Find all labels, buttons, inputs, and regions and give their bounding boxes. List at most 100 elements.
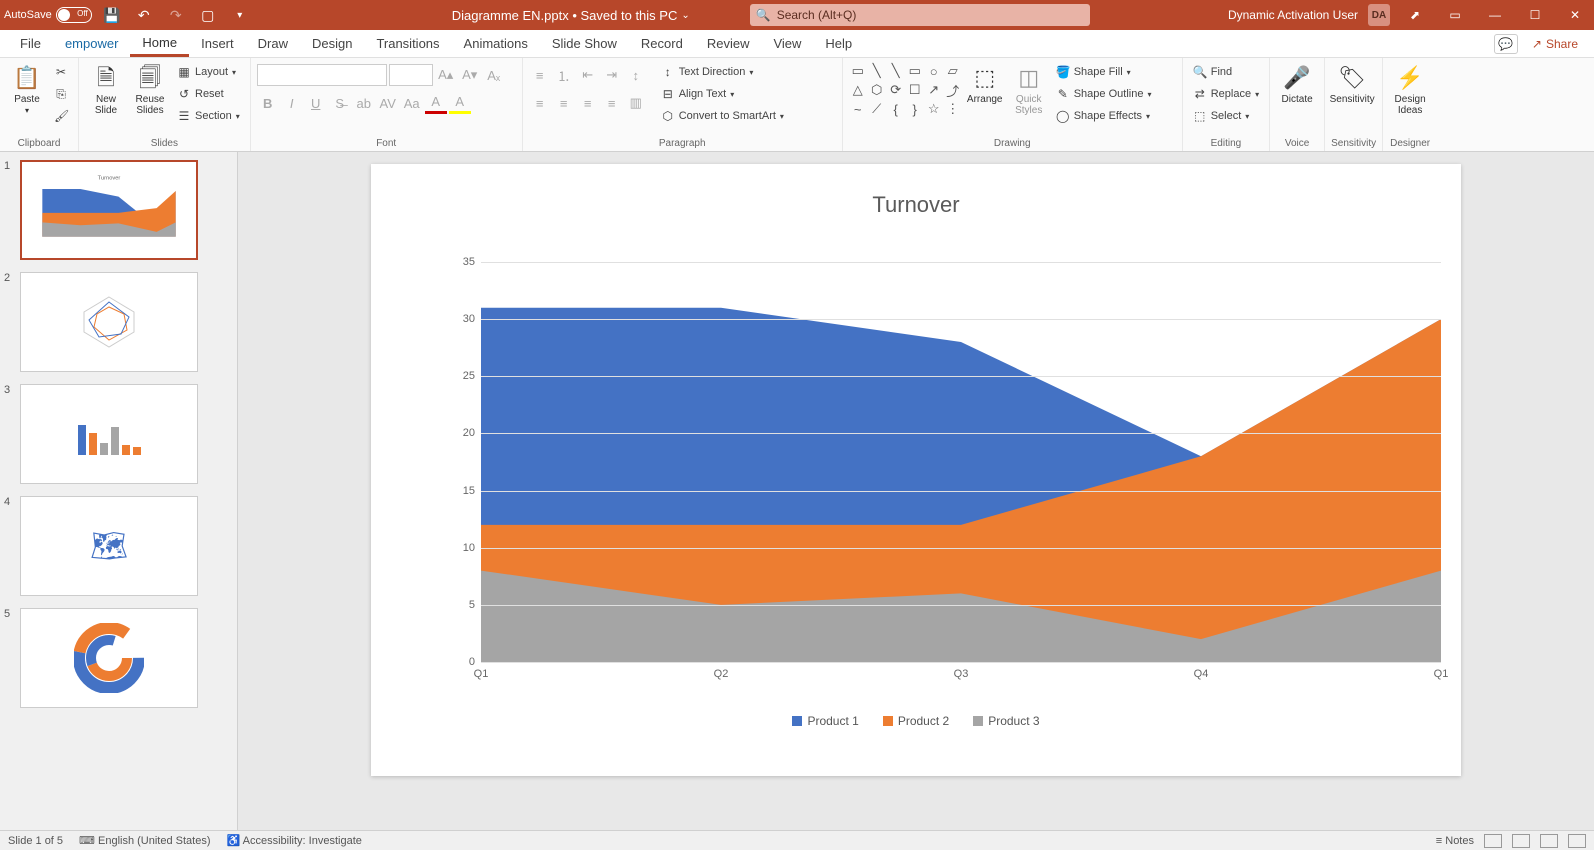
strike-button[interactable]: S̶ bbox=[329, 92, 351, 114]
slide[interactable]: Turnover 05101520253035 Q1Q2Q3Q4Q1 Produ… bbox=[371, 164, 1461, 776]
justify-button[interactable]: ≡ bbox=[601, 92, 623, 114]
ribbon-display-icon[interactable]: ⬈ bbox=[1400, 0, 1430, 30]
shape-fill-button[interactable]: 🪣Shape Fill▾ bbox=[1052, 62, 1156, 82]
redo-icon[interactable]: ↷ bbox=[164, 3, 188, 27]
align-text-button[interactable]: ⊟Align Text▾ bbox=[657, 84, 788, 104]
format-painter-button[interactable]: 🖌 bbox=[50, 106, 72, 126]
share-button[interactable]: ↗ Share bbox=[1524, 35, 1586, 53]
language-indicator[interactable]: ⌨ English (United States) bbox=[79, 834, 210, 847]
shape-icon[interactable]: ~ bbox=[849, 100, 867, 118]
slide-thumb-4[interactable]: 🗺 bbox=[20, 496, 198, 596]
chart[interactable]: 05101520253035 Q1Q2Q3Q4Q1 bbox=[451, 262, 1441, 662]
user-avatar[interactable]: DA bbox=[1368, 4, 1390, 26]
select-button[interactable]: ⬚Select▾ bbox=[1189, 106, 1263, 126]
notes-button[interactable]: ≡ Notes bbox=[1436, 835, 1474, 847]
case-button[interactable]: Aa bbox=[401, 92, 423, 114]
tab-help[interactable]: Help bbox=[813, 30, 864, 57]
align-right-button[interactable]: ≡ bbox=[577, 92, 599, 114]
copy-button[interactable]: ⎘ bbox=[50, 84, 72, 104]
new-slide-button[interactable]: 🗎 New Slide bbox=[85, 62, 127, 118]
shape-effects-button[interactable]: ◯Shape Effects▾ bbox=[1052, 106, 1156, 126]
tab-design[interactable]: Design bbox=[300, 30, 364, 57]
shape-icon[interactable]: △ bbox=[849, 81, 867, 99]
tab-file[interactable]: File bbox=[8, 30, 53, 57]
autosave-switch[interactable] bbox=[56, 7, 92, 23]
shape-icon[interactable]: { bbox=[887, 100, 905, 118]
shape-icon[interactable]: ⬡ bbox=[868, 81, 886, 99]
tab-view[interactable]: View bbox=[761, 30, 813, 57]
quick-styles-button[interactable]: ◫ Quick Styles bbox=[1008, 62, 1050, 118]
tab-empower[interactable]: empower bbox=[53, 30, 130, 57]
tab-home[interactable]: Home bbox=[130, 30, 189, 57]
autosave-toggle[interactable]: AutoSave bbox=[4, 7, 92, 23]
tab-insert[interactable]: Insert bbox=[189, 30, 246, 57]
tab-animations[interactable]: Animations bbox=[452, 30, 540, 57]
font-size-input[interactable] bbox=[389, 64, 433, 86]
shape-icon[interactable]: ⋮ bbox=[944, 100, 962, 118]
align-left-button[interactable]: ≡ bbox=[529, 92, 551, 114]
decrease-indent-button[interactable]: ⇤ bbox=[577, 64, 599, 86]
layout-button[interactable]: ▦Layout▾ bbox=[173, 62, 244, 82]
shape-icon[interactable]: ╲ bbox=[887, 62, 905, 80]
line-spacing-button[interactable]: ↕ bbox=[625, 64, 647, 86]
tab-draw[interactable]: Draw bbox=[246, 30, 300, 57]
slideshow-view-icon[interactable] bbox=[1568, 834, 1586, 848]
dictate-button[interactable]: 🎤 Dictate bbox=[1276, 62, 1318, 107]
shape-icon[interactable]: ▭ bbox=[906, 62, 924, 80]
paste-button[interactable]: 📋 Paste ▾ bbox=[6, 62, 48, 118]
sensitivity-button[interactable]: 🏷 Sensitivity bbox=[1331, 62, 1373, 107]
reuse-slides-button[interactable]: 🗐 Reuse Slides bbox=[129, 62, 171, 118]
highlight-button[interactable]: A bbox=[449, 92, 471, 114]
find-button[interactable]: 🔍Find bbox=[1189, 62, 1263, 82]
bullets-button[interactable]: ≡ bbox=[529, 64, 551, 86]
shape-icon[interactable]: ▱ bbox=[944, 62, 962, 80]
replace-button[interactable]: ⇄Replace▾ bbox=[1189, 84, 1263, 104]
align-center-button[interactable]: ≡ bbox=[553, 92, 575, 114]
shadow-button[interactable]: ab bbox=[353, 92, 375, 114]
close-icon[interactable]: ✕ bbox=[1560, 0, 1590, 30]
slide-panel[interactable]: 1 Turnover 2 3 bbox=[0, 152, 238, 830]
slide-canvas[interactable]: ⬉ Turnover 05101520253035 Q1Q2Q3Q4Q1 Pro… bbox=[238, 152, 1594, 830]
slide-indicator[interactable]: Slide 1 of 5 bbox=[8, 835, 63, 847]
shape-outline-button[interactable]: ✎Shape Outline▾ bbox=[1052, 84, 1156, 104]
font-color-button[interactable]: A bbox=[425, 92, 447, 114]
shape-icon[interactable]: ☆ bbox=[925, 100, 943, 118]
shape-icon[interactable]: ⟋ bbox=[868, 100, 886, 118]
arrange-button[interactable]: ⬚ Arrange bbox=[964, 62, 1006, 107]
shape-icon[interactable]: } bbox=[906, 100, 924, 118]
save-icon[interactable]: 💾 bbox=[100, 3, 124, 27]
slide-thumb-5[interactable] bbox=[20, 608, 198, 708]
decrease-font-icon[interactable]: A▾ bbox=[459, 64, 481, 86]
shape-icon[interactable]: ↗ bbox=[925, 81, 943, 99]
minimize-icon[interactable]: — bbox=[1480, 0, 1510, 30]
underline-button[interactable]: U bbox=[305, 92, 327, 114]
spacing-button[interactable]: AV bbox=[377, 92, 399, 114]
slide-thumb-2[interactable] bbox=[20, 272, 198, 372]
shape-icon[interactable]: ▭ bbox=[849, 62, 867, 80]
increase-indent-button[interactable]: ⇥ bbox=[601, 64, 623, 86]
tab-transitions[interactable]: Transitions bbox=[364, 30, 451, 57]
increase-font-icon[interactable]: A▴ bbox=[435, 64, 457, 86]
numbering-button[interactable]: ⒈ bbox=[553, 64, 575, 86]
document-title[interactable]: Diagramme EN.pptx • Saved to this PC ⌄ bbox=[452, 8, 690, 23]
user-name[interactable]: Dynamic Activation User bbox=[1228, 8, 1358, 22]
tab-review[interactable]: Review bbox=[695, 30, 762, 57]
text-direction-button[interactable]: ↕Text Direction▾ bbox=[657, 62, 788, 82]
undo-icon[interactable]: ↶ bbox=[132, 3, 156, 27]
tab-record[interactable]: Record bbox=[629, 30, 695, 57]
smartart-button[interactable]: ⬡Convert to SmartArt▾ bbox=[657, 106, 788, 126]
reading-view-icon[interactable] bbox=[1540, 834, 1558, 848]
present-icon[interactable]: ▢ bbox=[196, 3, 220, 27]
slide-thumb-1[interactable]: Turnover bbox=[20, 160, 198, 260]
shape-icon[interactable]: ⤴ bbox=[944, 81, 962, 99]
design-ideas-button[interactable]: ⚡ Design Ideas bbox=[1389, 62, 1431, 118]
shape-icon[interactable]: ○ bbox=[925, 62, 943, 80]
comments-button[interactable]: 💬 bbox=[1494, 34, 1518, 54]
tab-slideshow[interactable]: Slide Show bbox=[540, 30, 629, 57]
search-input[interactable]: 🔍 Search (Alt+Q) bbox=[750, 4, 1090, 26]
slide-thumb-3[interactable] bbox=[20, 384, 198, 484]
shape-gallery[interactable]: ▭ ╲ ╲ ▭ ○ ▱ △ ⬡ ⟳ ☐ ↗ ⤴ ~ ⟋ { } ☆ ⋮ bbox=[849, 62, 962, 118]
clear-format-icon[interactable]: Aₓ bbox=[483, 64, 505, 86]
section-button[interactable]: ☰Section▾ bbox=[173, 106, 244, 126]
cut-button[interactable]: ✂ bbox=[50, 62, 72, 82]
